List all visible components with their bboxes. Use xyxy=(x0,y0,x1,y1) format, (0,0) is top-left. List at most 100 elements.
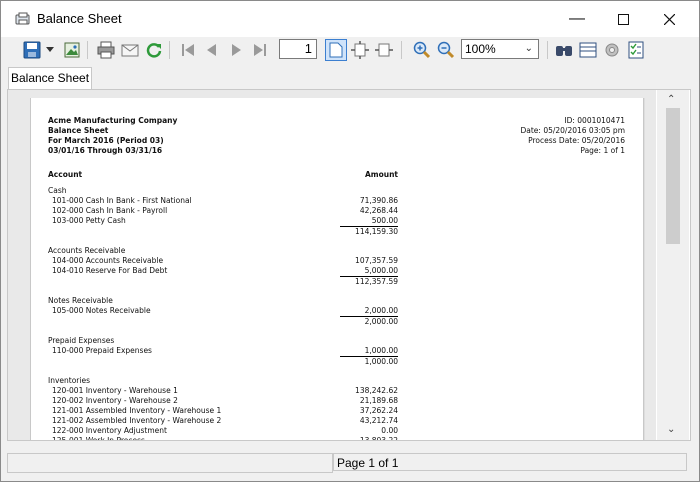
tab-balance-sheet[interactable]: Balance Sheet xyxy=(8,67,92,90)
find-button[interactable] xyxy=(553,39,575,61)
maximize-button[interactable] xyxy=(600,1,646,37)
account-label: 101-000 Cash In Bank - First National xyxy=(52,196,192,205)
account-label: 103-000 Petty Cash xyxy=(52,216,126,225)
account-label: 104-000 Accounts Receivable xyxy=(52,256,164,265)
chevron-down-icon: ⌄ xyxy=(524,43,533,54)
parameters-button[interactable] xyxy=(625,39,647,61)
process-date: Process Date: 05/20/2016 xyxy=(528,136,625,145)
email-button[interactable] xyxy=(119,39,141,61)
export-image-icon xyxy=(64,42,80,58)
section-heading: Notes Receivable xyxy=(48,296,398,306)
account-row: 120-002 Inventory - Warehouse 2 21,189.68 xyxy=(48,396,398,406)
zoom-in-button[interactable] xyxy=(411,39,433,61)
report-page: Acme Manufacturing Company Balance Sheet… xyxy=(30,98,644,440)
account-row: 121-001 Assembled Inventory - Warehouse … xyxy=(48,406,398,416)
parameters-icon xyxy=(628,41,644,59)
settings-button[interactable] xyxy=(601,39,623,61)
subtotal-row: 2,000.00 xyxy=(48,316,398,326)
amount-value: 138,242.62 xyxy=(355,386,398,395)
section-heading: Cash xyxy=(48,186,398,196)
first-page-button[interactable] xyxy=(177,39,199,61)
fit-page-icon xyxy=(351,41,369,59)
amount-value: 5,000.00 xyxy=(364,266,398,275)
account-label: Cash xyxy=(48,186,67,195)
account-label: Notes Receivable xyxy=(48,296,113,305)
subtotal-row: 114,159.30 xyxy=(48,226,398,236)
refresh-icon xyxy=(146,43,162,58)
scroll-up-icon[interactable]: ⌃ xyxy=(667,94,675,105)
column-header-account: Account xyxy=(48,170,83,179)
amount-value: 21,189.68 xyxy=(359,396,398,405)
status-cell-empty xyxy=(7,453,333,473)
settings-icon xyxy=(605,43,619,57)
last-page-button[interactable] xyxy=(249,39,271,61)
account-label: 105-000 Notes Receivable xyxy=(52,306,151,315)
toolbar: 1 100% ⌄ xyxy=(7,37,693,65)
account-label: 102-000 Cash In Bank - Payroll xyxy=(52,206,168,215)
zoom-select[interactable]: 100% ⌄ xyxy=(461,39,539,59)
single-page-button[interactable] xyxy=(325,39,347,61)
page-setup-icon xyxy=(579,42,597,58)
last-page-icon xyxy=(254,44,266,56)
zoom-in-icon xyxy=(413,41,431,59)
account-row: 110-000 Prepaid Expenses 1,000.00 xyxy=(48,346,398,356)
account-label: 125-001 Work In Process xyxy=(52,436,145,440)
zoom-out-button[interactable] xyxy=(435,39,457,61)
email-icon xyxy=(121,44,139,57)
toolbar-separator xyxy=(401,41,402,59)
section-heading: Inventories xyxy=(48,376,398,386)
amount-value: 37,262.24 xyxy=(359,406,398,415)
title-bar[interactable]: Balance Sheet — xyxy=(1,1,699,37)
fit-width-button[interactable] xyxy=(373,39,395,61)
print-button[interactable] xyxy=(95,39,117,61)
account-label: Prepaid Expenses xyxy=(48,336,115,345)
window-title: Balance Sheet xyxy=(37,11,122,26)
section-heading: Accounts Receivable xyxy=(48,246,398,256)
single-page-icon xyxy=(329,42,343,58)
close-icon xyxy=(663,13,675,25)
export-image-button[interactable] xyxy=(61,39,83,61)
previous-page-button[interactable] xyxy=(201,39,223,61)
save-button[interactable] xyxy=(21,39,43,61)
next-page-icon xyxy=(232,44,241,56)
account-label: 122-000 Inventory Adjustment xyxy=(52,426,167,435)
save-dropdown-button[interactable] xyxy=(44,39,56,61)
subtotal-row: 112,357.59 xyxy=(48,276,398,286)
report-date: Date: 05/20/2016 03:05 pm xyxy=(520,126,625,135)
account-label: 120-002 Inventory - Warehouse 2 xyxy=(52,396,178,405)
minimize-icon: — xyxy=(569,10,585,27)
report-name: Balance Sheet xyxy=(48,126,109,135)
find-icon xyxy=(556,46,572,56)
refresh-button[interactable] xyxy=(143,39,165,61)
column-headers: Account Amount xyxy=(48,170,398,180)
fit-page-button[interactable] xyxy=(349,39,371,61)
account-label: Inventories xyxy=(48,376,90,385)
report-id: ID: 0001010471 xyxy=(564,116,625,125)
account-label: 121-002 Assembled Inventory - Warehouse … xyxy=(52,416,222,425)
page-number-input[interactable]: 1 xyxy=(279,39,317,59)
dropdown-arrow-icon xyxy=(46,47,54,52)
amount-value: 43,212.74 xyxy=(359,416,398,425)
account-label: 110-000 Prepaid Expenses xyxy=(52,346,152,355)
page-count: Page: 1 of 1 xyxy=(580,146,625,155)
account-label: 121-001 Assembled Inventory - Warehouse … xyxy=(52,406,222,415)
report-viewer-window: Balance Sheet — 1 100% ⌄ Balance Sheet A… xyxy=(0,0,700,482)
page-setup-button[interactable] xyxy=(577,39,599,61)
amount-value: 2,000.00 xyxy=(340,316,398,326)
page-info: Page 1 of 1 xyxy=(333,453,687,471)
close-button[interactable] xyxy=(646,1,692,37)
report-period: For March 2016 (Period 03) xyxy=(48,136,164,145)
account-label: 104-010 Reserve For Bad Debt xyxy=(52,266,168,275)
scroll-down-icon[interactable]: ⌄ xyxy=(667,424,675,435)
account-row: 102-000 Cash In Bank - Payroll 42,268.44 xyxy=(48,206,398,216)
account-label: 120-001 Inventory - Warehouse 1 xyxy=(52,386,178,395)
maximize-icon xyxy=(617,13,629,25)
next-page-button[interactable] xyxy=(225,39,247,61)
scrollbar-thumb[interactable] xyxy=(666,108,680,244)
zoom-out-icon xyxy=(437,41,455,59)
minimize-button[interactable]: — xyxy=(554,1,600,37)
amount-value: 107,357.59 xyxy=(355,256,398,265)
amount-value: 112,357.59 xyxy=(340,276,398,286)
vertical-scrollbar[interactable]: ⌃ ⌄ xyxy=(657,90,689,440)
report-date-range: 03/01/16 Through 03/31/16 xyxy=(48,146,163,155)
